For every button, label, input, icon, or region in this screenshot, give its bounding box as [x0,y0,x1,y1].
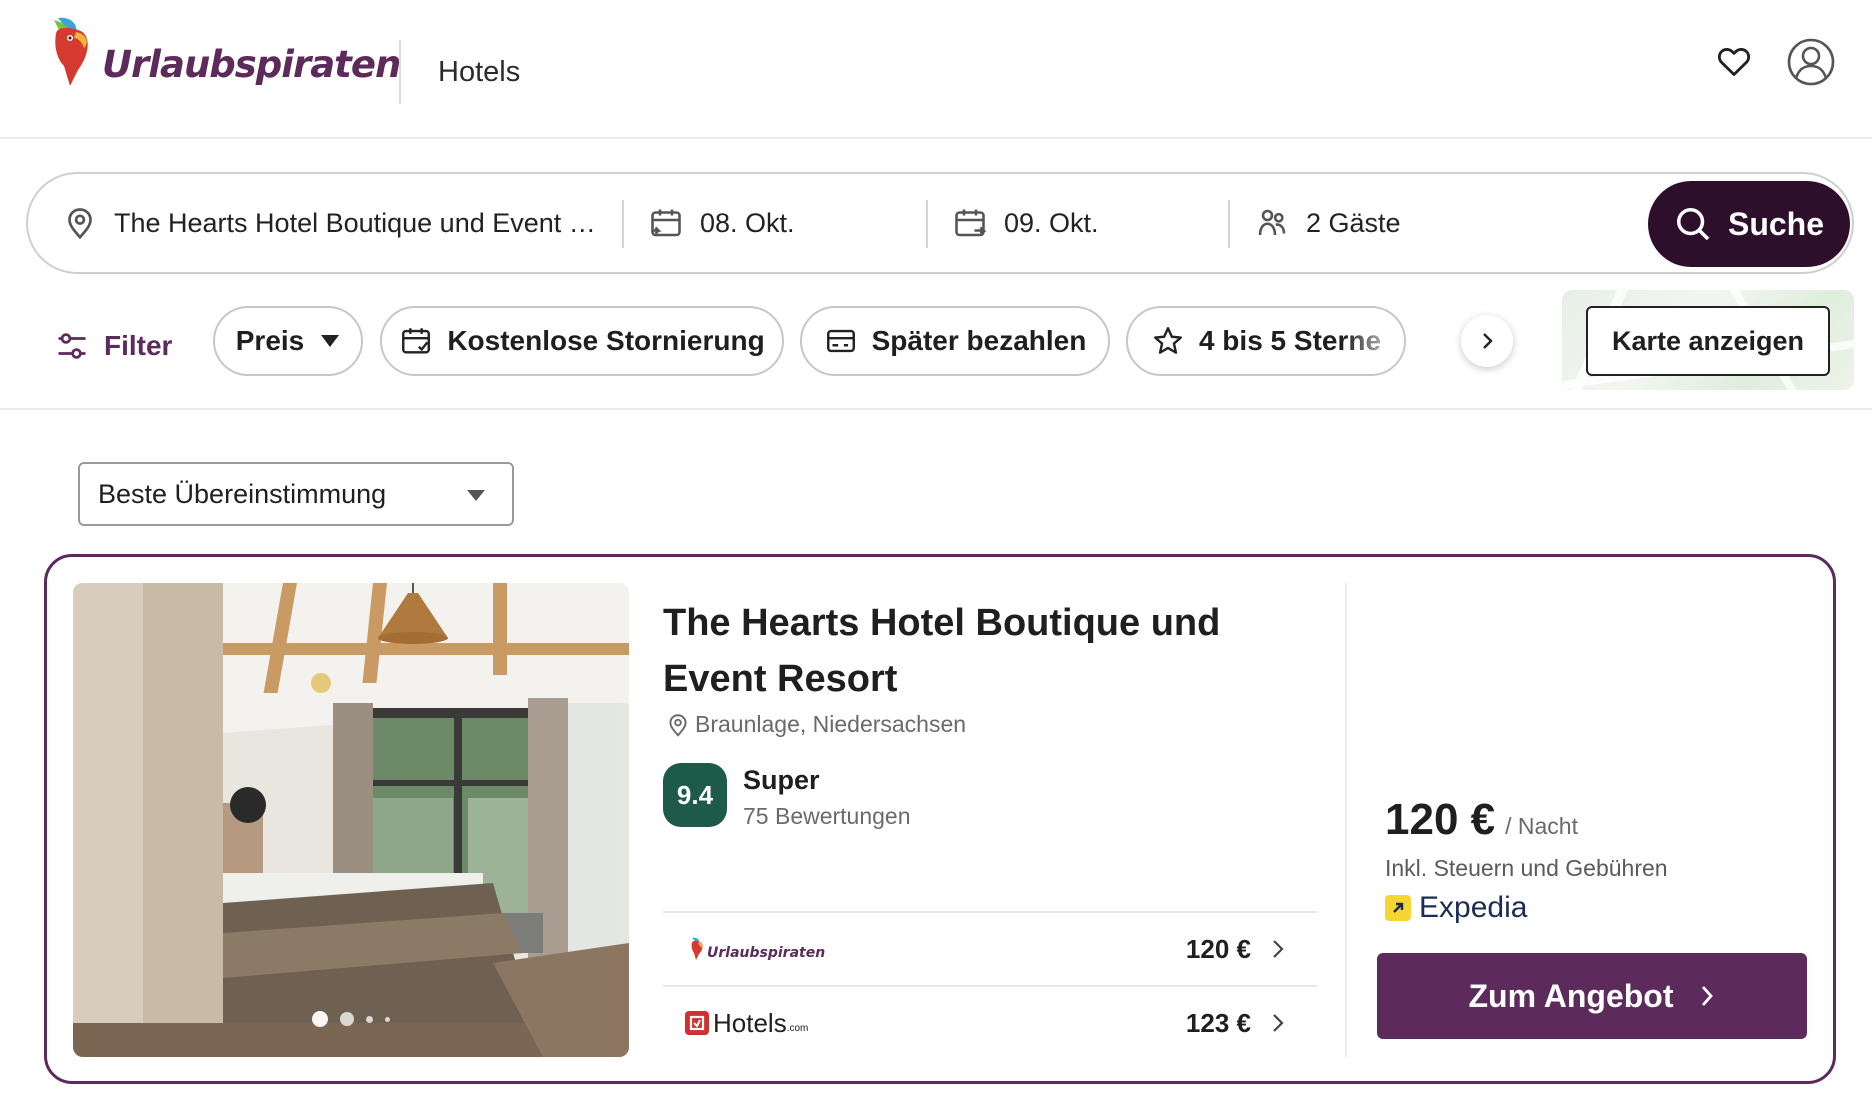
chip-fade [1344,308,1404,374]
parrot-logo-icon [54,17,88,86]
price-amount: 120 € [1385,795,1496,844]
chevron-right-icon [1701,986,1713,1006]
provider-name: Expedia [1419,891,1528,924]
site-header: Urlaubspiraten Hotels [0,0,1872,139]
location-text: Braunlage, Niedersachsen [695,711,967,737]
chip-label: Preis [235,325,305,356]
provider-name: Hotels [713,1007,787,1038]
hotel-card[interactable]: The Hearts Hotel Boutique und Event Reso… [44,554,1836,1084]
card-divider [1345,583,1347,1057]
calendar-checkout-icon [955,209,987,237]
rating-label: Super [743,765,820,795]
cta-label: Zum Angebot [1468,977,1674,1014]
sort-select[interactable]: Beste Übereinstimmung [78,462,514,526]
scroll-right-button[interactable] [1461,315,1513,367]
caret-down-icon [321,335,340,347]
header-divider [399,40,401,104]
show-map-button[interactable]: Karte anzeigen [1586,306,1830,376]
guests-value: 2 Gäste [1306,207,1401,238]
hotels-com-icon [685,1011,709,1035]
checkin-value: 08. Okt. [700,207,795,238]
chip-stars[interactable]: 4 bis 5 Sterne [1126,306,1406,376]
search-button[interactable]: Suche [1648,181,1850,267]
provider-logo-hotels-com: Hotels .com [685,1008,808,1039]
chevron-right-icon [1273,940,1284,958]
search-separator [622,200,624,248]
section-label: Hotels [438,56,521,88]
sliders-icon [58,333,86,359]
offer-price: 120 € [1185,933,1251,964]
chevron-right-icon [1483,333,1493,349]
guests-icon [1258,209,1286,236]
checkout-value: 09. Okt. [1004,207,1099,238]
search-bar: The Hearts Hotel Boutique und Event … 08… [26,172,1854,274]
offer-price: 123 € [1185,1007,1251,1038]
search-button-label: Suche [1727,205,1825,242]
search-separator [1228,200,1230,248]
hotel-photo[interactable] [73,583,629,1057]
best-provider: Expedia [1385,891,1527,925]
sort-value: Beste Übereinstimmung [98,478,387,509]
hotel-room-image [73,583,629,1057]
hotel-location: Braunlage, Niedersachsen [665,711,966,738]
chip-pay-later[interactable]: Später bezahlen [800,306,1110,376]
photo-pagination [73,1011,629,1027]
checkout-field[interactable]: 09. Okt. [952,174,1232,272]
brand-logo[interactable]: Urlaubspiraten [48,14,401,94]
calendar-checkin-icon [651,209,681,237]
offer-row-hotels-com[interactable]: Hotels .com 123 € [663,985,1317,1059]
search-icon [1676,208,1710,241]
review-count[interactable]: 75 Bewertungen [743,803,911,830]
credit-card-icon [826,329,855,353]
user-account-icon[interactable] [1786,37,1836,87]
rating-badge: 9.4 [663,763,727,827]
price-unit: / Nacht [1505,813,1578,839]
brand-name: Urlaubspiraten [102,42,401,86]
guests-field[interactable]: 2 Gäste [1254,174,1614,272]
chip-price[interactable]: Preis [213,306,363,376]
calendar-check-icon [402,328,431,354]
photo-dot[interactable] [312,1011,328,1027]
location-pin-icon [68,208,92,240]
checkin-field[interactable]: 08. Okt. [648,174,928,272]
hotel-name[interactable]: The Hearts Hotel Boutique und Event Reso… [663,595,1223,707]
photo-dot[interactable] [366,1015,373,1023]
filter-label: Filter [104,330,173,361]
taxes-note: Inkl. Steuern und Gebühren [1385,855,1668,881]
chip-label: Kostenlose Stornierung [447,325,765,356]
provider-name: Urlaubspiraten [707,945,826,961]
offer-row-urlaubspiraten[interactable]: Urlaubspiraten 120 € [663,911,1317,985]
destination-value: The Hearts Hotel Boutique und Event … [114,207,596,238]
provider-suffix: .com [786,1022,809,1034]
star-icon [1153,327,1182,354]
chip-free-cancellation[interactable]: Kostenlose Stornierung [380,306,784,376]
expedia-arrow-icon [1385,895,1411,921]
filter-bar: Filter Preis Kostenlose Stornierung Spät… [0,290,1872,410]
filter-button[interactable]: Filter [54,328,172,364]
parrot-logo-icon [691,937,703,960]
photo-dot[interactable] [385,1016,390,1022]
provider-logo-urlaubspiraten: Urlaubspiraten [689,936,825,962]
caret-down-icon [467,490,485,501]
heart-icon[interactable] [1715,42,1753,80]
destination-field[interactable]: The Hearts Hotel Boutique und Event … [62,174,632,272]
view-offer-button[interactable]: Zum Angebot [1377,953,1807,1039]
location-pin-icon [669,713,687,737]
best-price: 120 € / Nacht [1385,795,1578,845]
search-separator [926,200,928,248]
chip-label: Später bezahlen [871,325,1087,356]
photo-dot[interactable] [340,1012,354,1026]
chevron-right-icon [1273,1014,1284,1032]
